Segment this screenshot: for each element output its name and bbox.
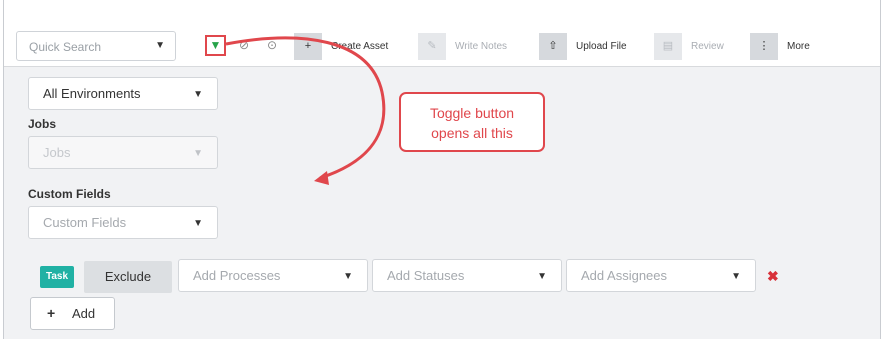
task-badge: Task: [40, 266, 74, 288]
review-button[interactable]: ▤ Review: [654, 33, 746, 60]
upload-file-label: Upload File: [576, 41, 627, 52]
custom-fields-select[interactable]: Custom Fields ▼: [28, 206, 218, 239]
add-label: Add: [72, 306, 96, 321]
chevron-down-icon: ▼: [193, 148, 203, 159]
processes-select[interactable]: Add Processes ▼: [178, 259, 368, 292]
jobs-label: Jobs: [28, 117, 57, 131]
jobs-select[interactable]: Jobs ▼: [28, 136, 218, 169]
annotation-callout: Toggle button opens all this: [399, 92, 545, 152]
chevron-down-icon: ▼: [193, 89, 203, 100]
quick-search-placeholder: Quick Search: [29, 40, 102, 54]
chevron-down-icon: ▼: [537, 271, 547, 282]
statuses-placeholder: Add Statuses: [387, 268, 465, 283]
annotation-line-1: Toggle button: [429, 105, 515, 121]
remove-rule-icon[interactable]: ✖: [767, 268, 779, 285]
review-icon: ▤: [654, 33, 682, 60]
chevron-down-icon: ▼: [193, 218, 203, 229]
filter-icon: ▼: [209, 38, 222, 52]
environment-select[interactable]: All Environments ▼: [28, 77, 218, 110]
more-button[interactable]: ⋮ More: [750, 33, 835, 60]
custom-fields-placeholder: Custom Fields: [43, 215, 127, 230]
chevron-down-icon: ▼: [343, 271, 353, 282]
toolbar: Quick Search ▼ ▼ ⊘ ⊙ + Create Asset ✎ Wr…: [4, 0, 880, 67]
create-asset-label: Create Asset: [331, 41, 389, 52]
plus-icon: +: [294, 33, 322, 60]
upload-icon: ⇧: [539, 33, 567, 60]
processes-placeholder: Add Processes: [193, 268, 281, 283]
chevron-down-icon: ▼: [731, 271, 741, 282]
jobs-placeholder: Jobs: [43, 145, 71, 160]
app-frame: Quick Search ▼ ▼ ⊘ ⊙ + Create Asset ✎ Wr…: [3, 0, 881, 339]
write-notes-label: Write Notes: [455, 41, 508, 52]
chevron-down-icon: ▼: [155, 40, 165, 51]
exclude-button[interactable]: Exclude: [84, 261, 172, 293]
quick-search-select[interactable]: Quick Search ▼: [16, 31, 176, 61]
upload-file-button[interactable]: ⇧ Upload File: [539, 33, 649, 60]
review-label: Review: [691, 41, 724, 52]
statuses-select[interactable]: Add Statuses ▼: [372, 259, 562, 292]
settings-icon[interactable]: ⊙: [267, 38, 277, 52]
write-notes-button[interactable]: ✎ Write Notes: [418, 33, 528, 60]
more-label: More: [787, 41, 810, 52]
assignees-placeholder: Add Assignees: [581, 268, 668, 283]
assignees-select[interactable]: Add Assignees ▼: [566, 259, 756, 292]
edit-icon: ✎: [418, 33, 446, 60]
filter-toggle-button[interactable]: ▼: [205, 35, 226, 56]
environment-value: All Environments: [43, 86, 141, 101]
add-button[interactable]: + Add: [30, 297, 115, 330]
custom-fields-label: Custom Fields: [28, 187, 111, 201]
annotation-line-2: opens all this: [431, 125, 513, 141]
link-icon[interactable]: ⊘: [239, 38, 249, 52]
create-asset-button[interactable]: + Create Asset: [294, 33, 410, 60]
plus-icon: +: [47, 305, 56, 321]
more-icon: ⋮: [750, 33, 778, 60]
